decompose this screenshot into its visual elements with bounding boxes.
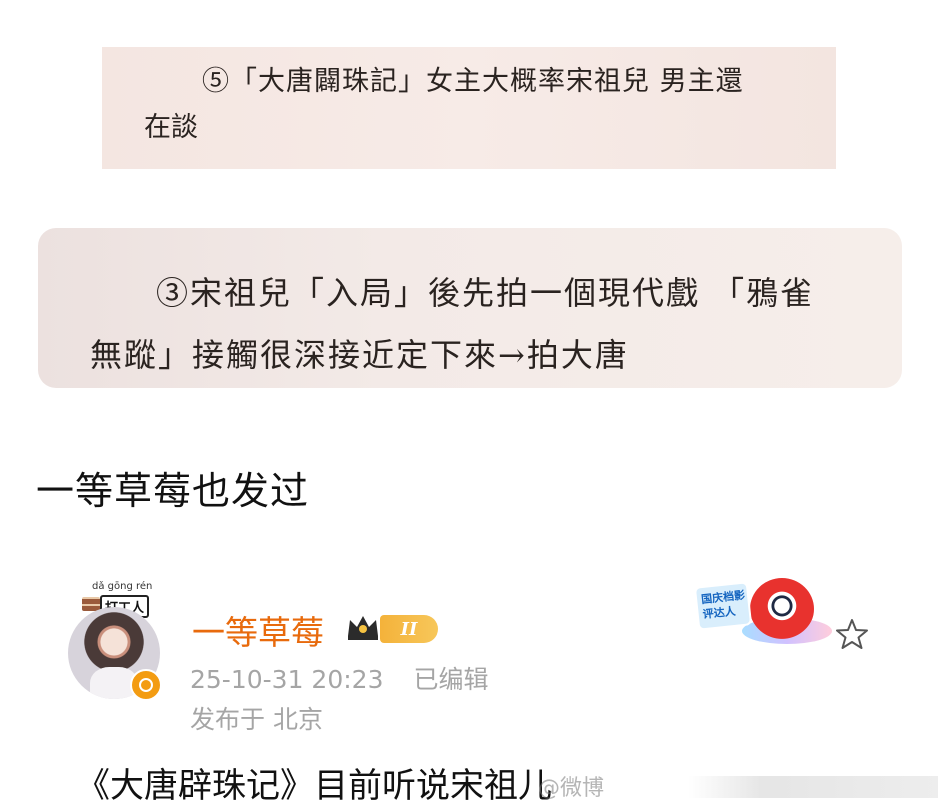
caption-text: 一等草莓也发过	[36, 469, 310, 513]
edited-label[interactable]: 已编辑	[413, 665, 488, 694]
avatar-tag-pinyin: dǎ gōng rén	[92, 581, 153, 592]
excerpt-1-line-2: 在談	[144, 112, 198, 143]
user-avatar-block[interactable]: dǎ gōng rén 打工人	[60, 581, 168, 703]
screenshot-excerpt-2: ③宋祖兒「入局」後先拍一個現代戲 「鴉雀 無蹤」接觸很深接近定下來→拍大唐	[38, 228, 902, 388]
post-meta: 25-10-31 20:23 已编辑	[190, 660, 488, 696]
username[interactable]: 一等草莓	[192, 606, 324, 654]
mascot-icon	[750, 578, 814, 640]
excerpt-1-line-1: ⑤「大唐闢珠記」女主大概率宋祖兒 男主還	[202, 66, 744, 97]
post-body-text: 《大唐辟珠记》目前听说宋祖儿	[76, 766, 552, 806]
watermark: @微博	[538, 770, 940, 801]
screenshot-excerpt-1: ⑤「大唐闢珠記」女主大概率宋祖兒 男主還 在談	[102, 47, 836, 169]
award-badge-label: 国庆档影评达人	[693, 581, 753, 631]
crown-icon	[348, 616, 378, 640]
bottom-fade-overlay	[688, 776, 938, 798]
verified-check-icon	[139, 678, 153, 692]
post-location: 发布于 北京	[190, 705, 323, 734]
award-badge-icon[interactable]: 国庆档影评达人	[692, 578, 842, 648]
excerpt-2-line-2: 無蹤」接觸很深接近定下來→拍大唐	[90, 336, 629, 374]
excerpt-2-line-1: ③宋祖兒「入局」後先拍一個現代戲 「鴉雀	[156, 274, 815, 312]
verified-badge-icon	[130, 669, 162, 701]
post-timestamp: 25-10-31 20:23	[190, 665, 384, 694]
favorite-star-icon[interactable]	[834, 616, 870, 652]
level-badge[interactable]: II	[380, 615, 438, 643]
watermark-text: @微博	[538, 776, 605, 801]
